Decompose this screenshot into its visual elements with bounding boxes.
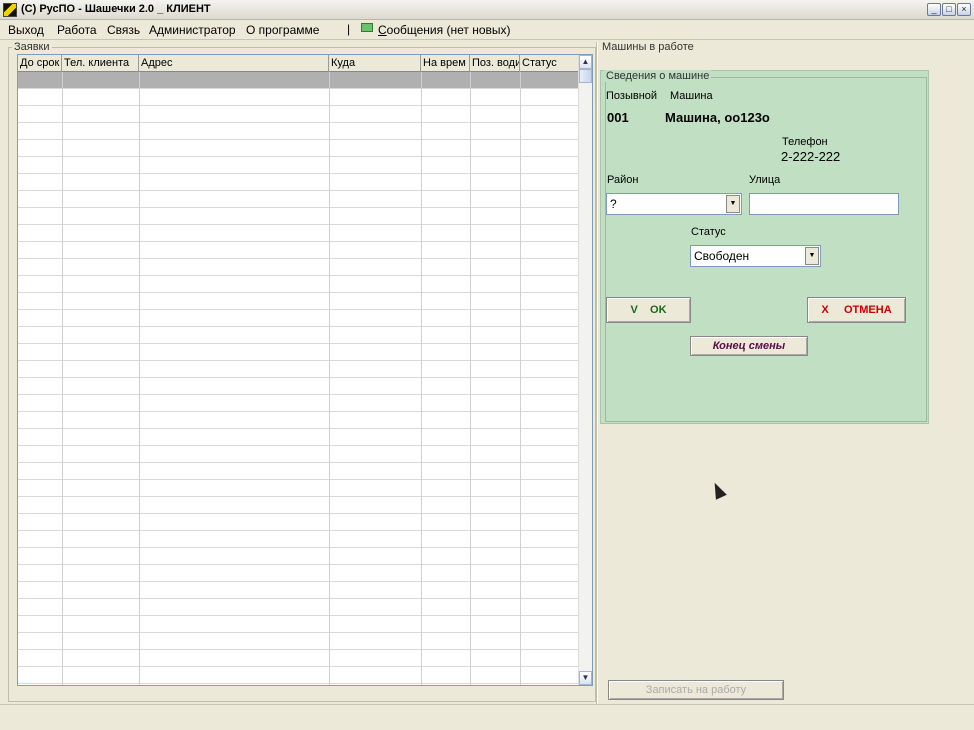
ok-button[interactable]: V OK	[606, 297, 691, 323]
table-row[interactable]	[18, 123, 580, 140]
column-driver-callsign[interactable]: Поз. води	[470, 55, 520, 72]
column-divider	[470, 72, 471, 685]
table-row[interactable]	[18, 616, 580, 633]
callsign-label: Позывной	[606, 90, 658, 102]
table-row[interactable]	[18, 446, 580, 463]
table-row[interactable]	[18, 429, 580, 446]
table-row[interactable]	[18, 633, 580, 650]
status-bar	[0, 704, 974, 730]
table-row[interactable]	[18, 497, 580, 514]
table-row[interactable]	[18, 242, 580, 259]
status-select[interactable]: Свободен ▼	[690, 245, 821, 267]
callsign-value: 001	[607, 110, 629, 125]
menu-connection[interactable]: Связь	[107, 23, 140, 37]
column-divider	[62, 72, 63, 685]
status-label: Статус	[691, 226, 726, 238]
orders-grid-header: До срок Тел. клиента Адрес Куда На врем …	[18, 55, 580, 72]
table-row[interactable]	[18, 225, 580, 242]
menu-administrator[interactable]: Администратор	[149, 23, 236, 37]
menu-work[interactable]: Работа	[57, 23, 97, 37]
column-deadline[interactable]: До срок	[18, 55, 62, 72]
table-row[interactable]	[18, 395, 580, 412]
table-row[interactable]	[18, 463, 580, 480]
cancel-button[interactable]: X ОТМЕНА	[807, 297, 906, 323]
table-row[interactable]	[18, 327, 580, 344]
district-select[interactable]: ? ▼	[606, 193, 742, 215]
phone-value: 2-222-222	[781, 149, 841, 164]
table-row[interactable]	[18, 667, 580, 684]
minimize-icon[interactable]: _	[927, 3, 941, 16]
chevron-down-icon[interactable]: ▼	[726, 195, 740, 213]
selected-row[interactable]	[18, 72, 580, 89]
column-divider	[421, 72, 422, 685]
car-label: Машина	[670, 90, 713, 102]
table-row[interactable]	[18, 174, 580, 191]
column-divider	[329, 72, 330, 685]
orders-grid-body[interactable]	[18, 72, 580, 685]
table-row[interactable]	[18, 140, 580, 157]
car-info-title: Сведения о машине	[604, 70, 712, 82]
menu-separator: |	[347, 22, 351, 36]
table-row[interactable]	[18, 310, 580, 327]
taxi-checker-icon	[3, 3, 17, 17]
title-bar: (С) РусПО - Шашечки 2.0 _ КЛИЕНТ _ □ ×	[0, 0, 974, 20]
table-row[interactable]	[18, 89, 580, 106]
table-row[interactable]	[18, 361, 580, 378]
column-scheduled[interactable]: На врем	[421, 55, 470, 72]
table-row[interactable]	[18, 276, 580, 293]
table-row[interactable]	[18, 565, 580, 582]
envelope-icon[interactable]	[361, 23, 373, 32]
window-title: (С) РусПО - Шашечки 2.0 _ КЛИЕНТ	[21, 3, 211, 15]
district-select-value: ?	[610, 197, 617, 211]
orders-group-title: Заявки	[12, 41, 52, 53]
end-shift-button[interactable]: Конец смены	[690, 336, 808, 356]
cars-group-title: Машины в работе	[600, 41, 696, 53]
menu-bar: Выход Работа Связь Администратор О прогр…	[0, 20, 974, 40]
chevron-down-icon[interactable]: ▼	[805, 247, 819, 265]
scroll-thumb[interactable]	[579, 69, 592, 83]
column-status[interactable]: Статус	[520, 55, 580, 72]
table-row[interactable]	[18, 480, 580, 497]
assign-to-work-button: Записать на работу	[608, 680, 784, 700]
orders-scrollbar[interactable]: ▲ ▼	[578, 55, 592, 685]
panel-divider[interactable]	[596, 42, 598, 704]
phone-label: Телефон	[782, 136, 828, 148]
mouse-pointer-icon	[709, 480, 727, 500]
close-icon[interactable]: ×	[957, 3, 971, 16]
menu-about[interactable]: О программе	[246, 23, 319, 37]
scroll-up-icon[interactable]: ▲	[579, 55, 592, 69]
maximize-icon[interactable]: □	[942, 3, 956, 16]
table-row[interactable]	[18, 531, 580, 548]
table-row[interactable]	[18, 412, 580, 429]
column-divider	[520, 72, 521, 685]
table-row[interactable]	[18, 548, 580, 565]
messages-menu[interactable]: Сообщения (нет новых)	[378, 23, 511, 37]
status-select-value: Свободен	[694, 249, 750, 263]
column-client-phone[interactable]: Тел. клиента	[62, 55, 139, 72]
column-divider	[139, 72, 140, 685]
table-row[interactable]	[18, 106, 580, 123]
street-label: Улица	[749, 174, 781, 186]
table-row[interactable]	[18, 191, 580, 208]
orders-grid[interactable]: До срок Тел. клиента Адрес Куда На врем …	[17, 54, 593, 686]
table-row[interactable]	[18, 259, 580, 276]
table-row[interactable]	[18, 378, 580, 395]
column-destination[interactable]: Куда	[329, 55, 421, 72]
table-row[interactable]	[18, 582, 580, 599]
table-row[interactable]	[18, 650, 580, 667]
table-row[interactable]	[18, 293, 580, 310]
street-input[interactable]	[749, 193, 899, 215]
column-address[interactable]: Адрес	[139, 55, 329, 72]
table-row[interactable]	[18, 514, 580, 531]
district-label: Район	[607, 174, 639, 186]
table-row[interactable]	[18, 208, 580, 225]
table-row[interactable]	[18, 157, 580, 174]
menu-exit[interactable]: Выход	[8, 23, 44, 37]
scroll-down-icon[interactable]: ▼	[579, 671, 592, 685]
table-row[interactable]	[18, 344, 580, 361]
table-row[interactable]	[18, 599, 580, 616]
car-value: Машина, оо123о	[665, 110, 770, 125]
